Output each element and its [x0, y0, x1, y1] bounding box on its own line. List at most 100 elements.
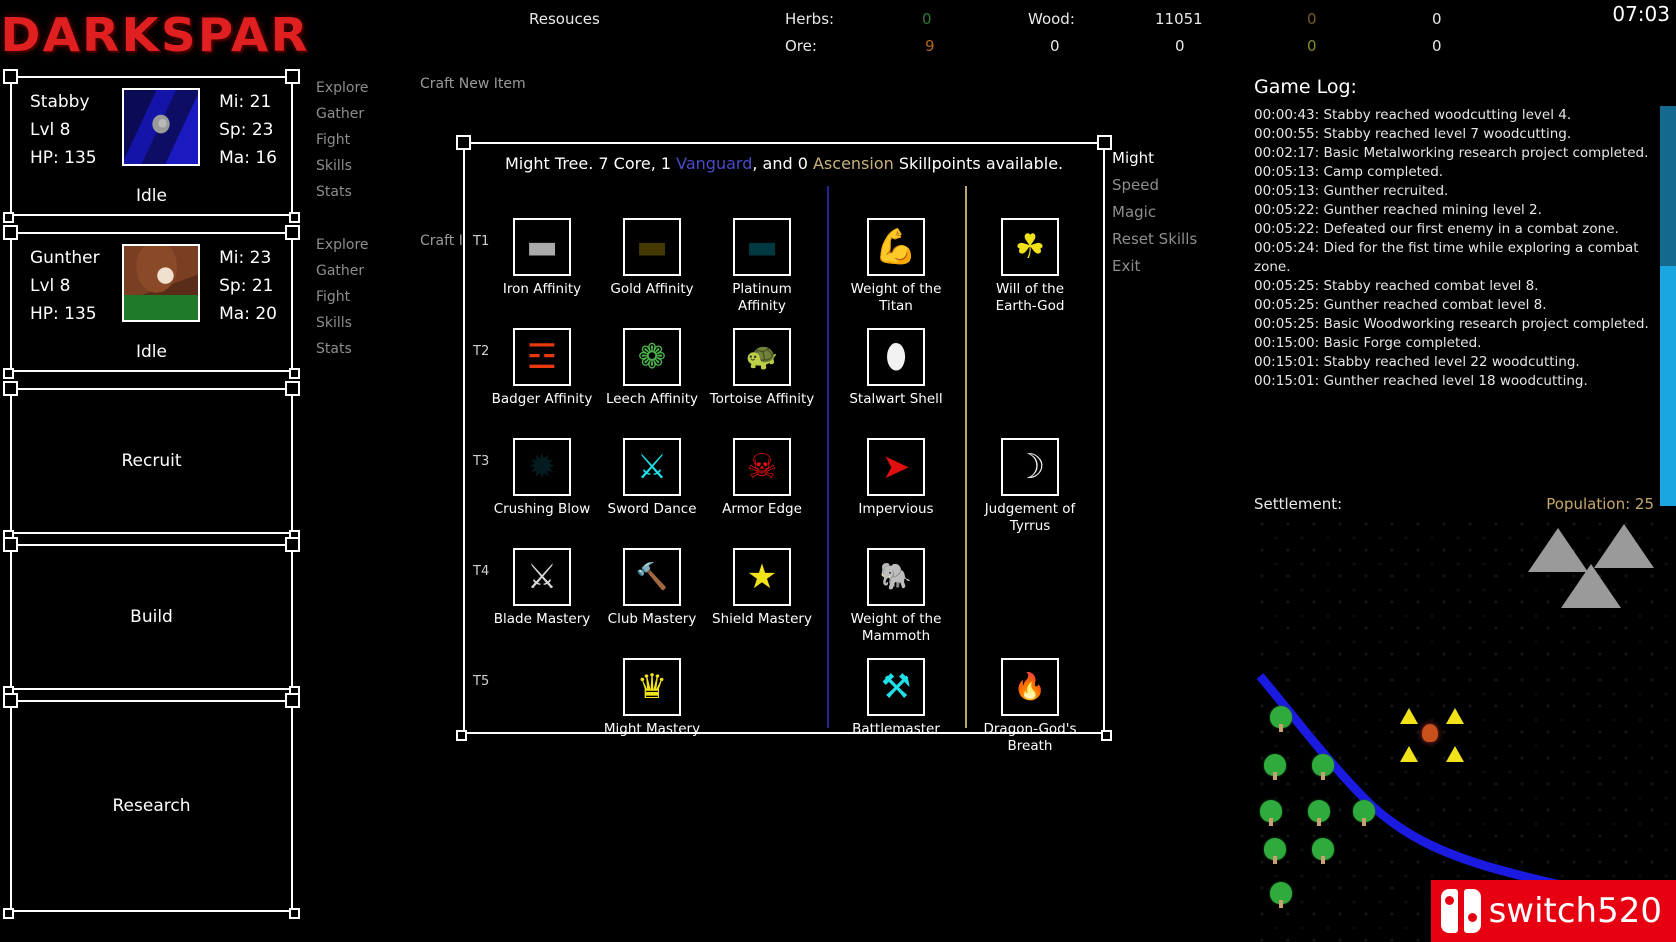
skill-node-judgement-of-tyrrus[interactable]: ☽ Judgement of Tyrrus [975, 438, 1085, 535]
skill-node-weight-of-the-mammoth[interactable]: 🐘 Weight of the Mammoth [841, 548, 951, 645]
log-entry: 00:05:22: Gunther reached mining level 2… [1254, 202, 1542, 218]
skill-label: Tortoise Affinity [709, 391, 815, 407]
skill-label: Stalwart Shell [849, 391, 943, 407]
skill-label: Crushing Blow [493, 501, 591, 517]
stat-might: Mi: 21 [219, 92, 272, 112]
skill-node-armor-edge[interactable]: ☠ Armor Edge [707, 438, 817, 518]
skill-node-sword-dance[interactable]: ⚔ Sword Dance [597, 438, 707, 518]
skill-node-leech-affinity[interactable]: ❁ Leech Affinity [597, 328, 707, 408]
tree-icon [1353, 800, 1375, 826]
res-r1-c3: 0 [1307, 10, 1317, 28]
skill-tree-panel: Might Tree. 7 Core, 1 Vanguard, and 0 As… [456, 135, 1112, 754]
earth-flame-icon: ☘ [1001, 218, 1059, 276]
nav-gather-1[interactable]: Gather [316, 101, 369, 127]
skill-label: Gold Affinity [610, 281, 694, 297]
stat-magic: Ma: 20 [219, 304, 277, 324]
skill-node-blade-mastery[interactable]: ⚔ Blade Mastery [487, 548, 597, 628]
tree-menu-might[interactable]: Might [1112, 145, 1252, 172]
skill-node-will-of-the-earth-god[interactable]: ☘ Will of the Earth-God [975, 218, 1085, 315]
crescent-blade-icon: ☽ [1001, 438, 1059, 496]
scrollbar-track-upper[interactable] [1660, 106, 1676, 266]
skill-label: Might Mastery [603, 721, 701, 737]
skill-node-impervious[interactable]: ➤ Impervious [841, 438, 951, 518]
skill-node-club-mastery[interactable]: 🔨 Club Mastery [597, 548, 707, 628]
log-entry: 00:15:01: Stabby reached level 22 woodcu… [1254, 354, 1580, 370]
skill-node-might-mastery[interactable]: ♛ Might Mastery [597, 658, 707, 738]
build-label: Build [130, 607, 173, 627]
skill-node-shield-mastery[interactable]: ★ Shield Mastery [707, 548, 817, 628]
skill-node-crushing-blow[interactable]: ✹ Crushing Blow [487, 438, 597, 518]
tree-icon [1270, 882, 1292, 908]
log-entry: 00:05:13: Camp completed. [1254, 164, 1444, 180]
platinum-ingot-icon: ▬ [733, 218, 791, 276]
skill-label: Iron Affinity [502, 281, 582, 297]
scrollbar-thumb[interactable] [1660, 266, 1676, 506]
leech-icon: ❁ [623, 328, 681, 386]
tree-icon [1264, 838, 1286, 864]
game-log-list[interactable]: 00:00:43: Stabby reached woodcutting lev… [1254, 106, 1656, 506]
tree-menu-magic[interactable]: Magic [1112, 199, 1252, 226]
tree-menu-speed[interactable]: Speed [1112, 172, 1252, 199]
vanguard-divider [827, 186, 829, 728]
skill-node-stalwart-shell[interactable]: ⬮ Stalwart Shell [841, 328, 951, 408]
craft-new-item-1[interactable]: Craft New Item [420, 76, 526, 92]
skill-node-battlemaster[interactable]: ⚒ Battlemaster [841, 658, 951, 738]
build-button[interactable]: Build [3, 537, 300, 697]
character-card-gunther[interactable]: Gunther Lvl 8 HP: 135 Mi: 23 Sp: 21 Ma: … [3, 225, 300, 379]
skill-label: Weight of the Titan [850, 281, 942, 314]
stat-speed: Sp: 23 [219, 120, 274, 140]
skill-label: Club Mastery [607, 611, 697, 627]
skill-node-dragon-gods-breath[interactable]: 🔥 Dragon-God's Breath [975, 658, 1085, 755]
skill-label: Badger Affinity [491, 391, 593, 407]
tree-menu-exit[interactable]: Exit [1112, 253, 1252, 280]
turtle-shell-icon: ⬮ [867, 328, 925, 386]
hdr-prefix: Might Tree. 7 Core, 1 [505, 154, 677, 173]
nav-explore-2[interactable]: Explore [316, 232, 369, 258]
skill-label: Weight of the Mammoth [850, 611, 942, 644]
skill-node-badger-affinity[interactable]: ☲ Badger Affinity [487, 328, 597, 408]
skill-node-gold-affinity[interactable]: ▬ Gold Affinity [597, 218, 707, 298]
character-info: Stabby Lvl 8 HP: 135 [30, 88, 97, 172]
nav-stats-2[interactable]: Stats [316, 336, 369, 362]
game-log-scrollbar[interactable] [1660, 106, 1676, 506]
nav-gather-2[interactable]: Gather [316, 258, 369, 284]
ore-value: 9 [925, 37, 935, 55]
res-r2-c3: 0 [1307, 37, 1317, 55]
nav-fight-1[interactable]: Fight [316, 127, 369, 153]
skill-node-tortoise-affinity[interactable]: 🐢 Tortoise Affinity [707, 328, 817, 408]
crown-icon: ♛ [623, 658, 681, 716]
herbs-value: 0 [922, 10, 932, 28]
tree-icon [1270, 706, 1292, 732]
character-card-stabby[interactable]: Stabby Lvl 8 HP: 135 Mi: 21 Sp: 23 Ma: 1… [3, 69, 300, 223]
nav-explore-1[interactable]: Explore [316, 75, 369, 101]
hammer-icon: 🔨 [623, 548, 681, 606]
skill-tree-header: Might Tree. 7 Core, 1 Vanguard, and 0 As… [505, 154, 1063, 173]
game-window: DARKSPAR Resouces Herbs: 0 Ore: 9 Wood: … [0, 0, 1676, 942]
nav-skills-1[interactable]: Skills [316, 153, 369, 179]
skill-node-weight-of-the-titan[interactable]: 💪 Weight of the Titan [841, 218, 951, 315]
recruit-button[interactable]: Recruit [3, 381, 300, 541]
shatter-icon: ✹ [513, 438, 571, 496]
settlement-map[interactable] [1256, 518, 1676, 942]
tortoise-icon: 🐢 [733, 328, 791, 386]
gold-ingot-icon: ▬ [623, 218, 681, 276]
res-r2-c1: 0 [1050, 37, 1060, 55]
skill-grid: T1 T2 T3 T4 T5 ▬ Iron Affinity ▬ Gold Af… [465, 186, 1103, 754]
nav-stats-1[interactable]: Stats [316, 179, 369, 205]
game-logo: DARKSPAR [0, 8, 310, 62]
wood-label: Wood: [1028, 10, 1075, 28]
nav-fight-2[interactable]: Fight [316, 284, 369, 310]
character-status: Idle [136, 186, 167, 206]
log-entry: 00:05:25: Basic Woodworking research pro… [1254, 316, 1649, 332]
nav-group-1: Explore Gather Fight Skills Stats [316, 75, 369, 205]
log-entry: 00:15:00: Basic Forge completed. [1254, 335, 1482, 351]
skill-label: Impervious [858, 501, 934, 517]
iron-ingot-icon: ▬ [513, 218, 571, 276]
research-button[interactable]: Research [3, 693, 300, 919]
tree-menu-reset-skills[interactable]: Reset Skills [1112, 226, 1252, 253]
craft-new-item-2[interactable]: Craft I [420, 233, 463, 249]
mountain-icon [1561, 564, 1621, 608]
nav-skills-2[interactable]: Skills [316, 310, 369, 336]
skill-node-iron-affinity[interactable]: ▬ Iron Affinity [487, 218, 597, 298]
skill-node-platinum-affinity[interactable]: ▬ Platinum Affinity [707, 218, 817, 315]
